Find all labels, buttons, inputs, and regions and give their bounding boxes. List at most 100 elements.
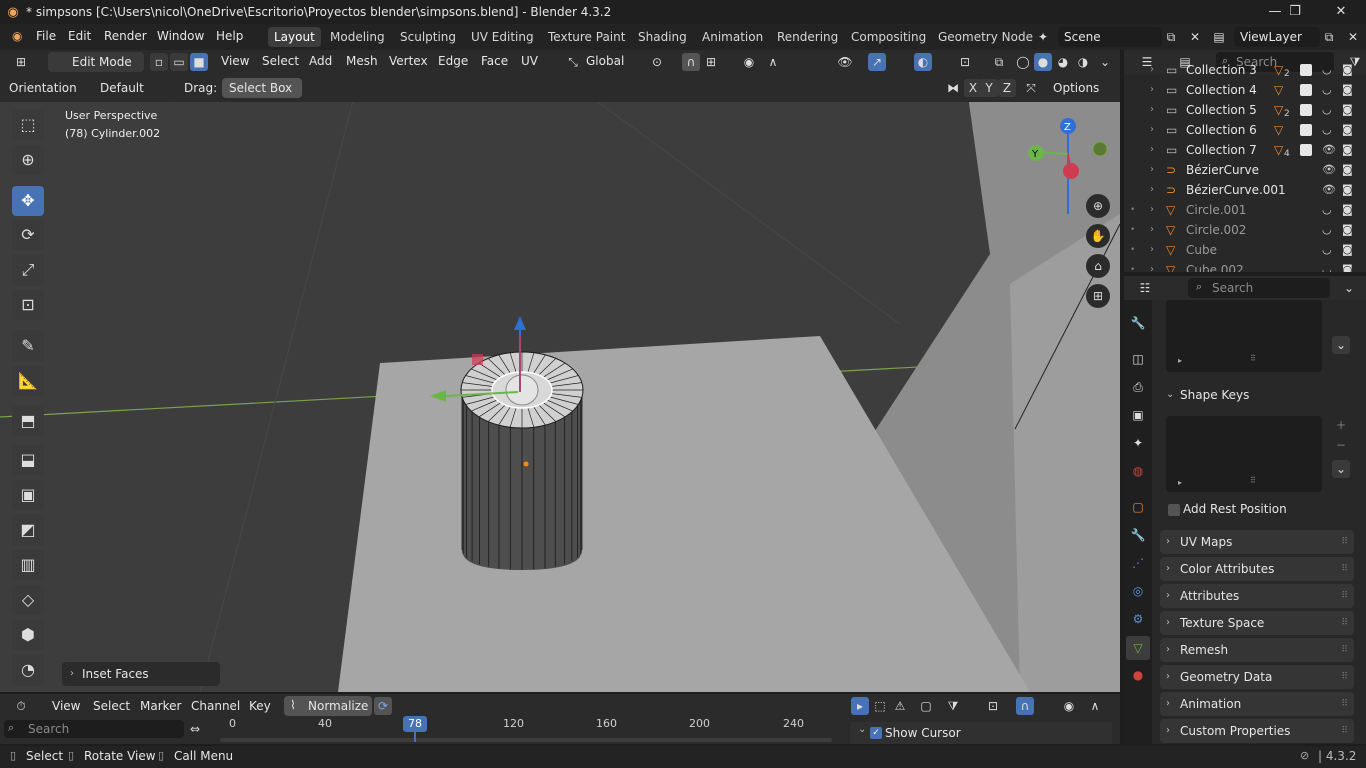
camera-view-icon[interactable]: ⌂ [1086, 254, 1110, 278]
expand-icon[interactable]: › [1150, 100, 1154, 120]
mode-dropdown[interactable]: Edit Mode [48, 52, 144, 72]
mirror-z-button[interactable]: Z [998, 79, 1016, 97]
menu-uv[interactable]: UV [521, 54, 538, 68]
drag-handle-icon[interactable]: ⠿ [1341, 692, 1348, 716]
menu-select[interactable]: Select [262, 54, 299, 68]
gizmo-toggle-icon[interactable]: ↗ [868, 53, 886, 71]
constraints-tab-icon[interactable]: ⚙ [1129, 610, 1147, 628]
scene-icon[interactable]: ✦ [1034, 28, 1052, 46]
drag-handle-icon[interactable]: ⠿ [1341, 719, 1348, 743]
tab-modeling[interactable]: Modeling [324, 27, 391, 47]
visibility-icon[interactable]: 👁 [836, 53, 854, 71]
scene-tab-icon[interactable]: ✦ [1129, 434, 1147, 452]
properties-panel-header[interactable]: › Custom Properties ⠿ [1160, 719, 1354, 743]
shape-key-menu-icon[interactable]: ⌄ [1332, 460, 1350, 478]
select-box-tool-icon[interactable]: ⬚ [12, 110, 44, 140]
outliner-row[interactable]: • › ▽ Circle.002 ◡ ◙ [1124, 220, 1366, 240]
add-cube-tool-icon[interactable]: ⬒ [12, 406, 44, 436]
visibility-eye-icon[interactable]: 👁 [1322, 180, 1336, 200]
outliner-row[interactable]: › ▭ Collection 5 ▽ 2 ◡ ◙ [1124, 100, 1366, 120]
render-camera-icon[interactable]: ◙ [1342, 220, 1353, 240]
data-tab-icon[interactable]: ▽ [1126, 636, 1150, 660]
show-cursor-checkbox[interactable]: ✓ [870, 727, 882, 739]
particles-tab-icon[interactable]: ⋰ [1129, 554, 1147, 572]
visibility-eye-icon[interactable]: ◡ [1322, 60, 1332, 80]
visibility-eye-icon[interactable]: ◡ [1322, 120, 1332, 140]
pivot-point-icon[interactable]: ⊙ [648, 53, 666, 71]
falloff-timeline-icon[interactable]: ∧ [1086, 697, 1104, 715]
properties-panel-header[interactable]: › UV Maps ⠿ [1160, 530, 1354, 554]
knife-tool-icon[interactable]: ◇ [12, 585, 44, 615]
face-select-icon[interactable]: ■ [190, 53, 208, 71]
delete-view-layer-icon[interactable]: ✕ [1344, 28, 1362, 46]
drag-handle-icon[interactable]: ⠿ [1341, 611, 1348, 635]
menu-edit[interactable]: Edit [68, 29, 91, 43]
render-camera-icon[interactable]: ◙ [1342, 260, 1353, 272]
add-shape-key-icon[interactable]: + [1332, 416, 1350, 434]
outliner-row[interactable]: • › ▽ Cube ◡ ◙ [1124, 240, 1366, 260]
outliner-row[interactable]: • › ▽ Circle.001 ◡ ◙ [1124, 200, 1366, 220]
refresh-icon[interactable]: ⟳ [374, 697, 392, 715]
output-tab-icon[interactable]: ⎙ [1129, 378, 1147, 396]
visibility-eye-icon[interactable]: ◡ [1322, 80, 1332, 100]
delete-scene-icon[interactable]: ✕ [1186, 28, 1204, 46]
visibility-eye-icon[interactable]: ◡ [1322, 200, 1332, 220]
outliner-row[interactable]: • › ▽ Cube.002 ◡ ◙ [1124, 260, 1366, 272]
exclude-checkbox[interactable] [1300, 104, 1312, 116]
properties-panel-header[interactable]: › Attributes ⠿ [1160, 584, 1354, 608]
visibility-eye-icon[interactable]: ◡ [1322, 240, 1332, 260]
exclude-checkbox[interactable] [1300, 144, 1312, 156]
move-tool-icon[interactable]: ✥ [12, 186, 44, 216]
timeline-menu-marker[interactable]: Marker [140, 699, 181, 713]
only-selected-icon[interactable]: ▸ [851, 697, 869, 715]
inset-tool-icon[interactable]: ▣ [12, 480, 44, 510]
render-camera-icon[interactable]: ◙ [1342, 240, 1353, 260]
shape-keys-list[interactable]: ▸ ⠿ [1166, 416, 1322, 492]
transform-orientation-icon[interactable]: ⤡ [564, 53, 582, 71]
editor-type-icon[interactable]: ⊞ [12, 53, 30, 71]
show-errors-icon[interactable]: ⚠ [891, 697, 909, 715]
rendered-shading-icon[interactable]: ◑ [1074, 53, 1092, 71]
expand-icon[interactable]: › [1150, 260, 1154, 272]
tab-uv-editing[interactable]: UV Editing [465, 27, 540, 47]
menu-window[interactable]: Window [157, 29, 204, 43]
overlay-toggle-icon[interactable]: ◐ [914, 53, 932, 71]
blender-menu-icon[interactable]: ◉ [12, 29, 22, 43]
scene-name-field[interactable]: Scene [1058, 27, 1162, 47]
orientation-dropdown[interactable]: Default [76, 78, 176, 98]
menu-vertex[interactable]: Vertex [389, 54, 428, 68]
close-button[interactable]: ✕ [1318, 0, 1364, 24]
properties-editor-icon[interactable]: ☷ [1136, 279, 1154, 297]
view-layer-field[interactable]: ViewLayer [1234, 27, 1320, 47]
view-layer-icon[interactable]: ▤ [1210, 28, 1228, 46]
timeline-menu-view[interactable]: View [52, 699, 80, 713]
timeline-scrollbar[interactable] [220, 738, 832, 742]
expand-icon[interactable]: › [1150, 60, 1154, 80]
list-expand-icon[interactable]: ▸ [1178, 356, 1182, 365]
tab-compositing[interactable]: Compositing [845, 27, 932, 47]
menu-add[interactable]: Add [309, 54, 332, 68]
wireframe-shading-icon[interactable]: ◯ [1014, 53, 1032, 71]
menu-edge[interactable]: Edge [438, 54, 468, 68]
menu-view[interactable]: View [221, 54, 249, 68]
normalize-toggle[interactable]: Normalize [284, 696, 372, 716]
material-shading-icon[interactable]: ◕ [1054, 53, 1072, 71]
drag-handle-icon[interactable]: ⠿ [1341, 665, 1348, 689]
expand-icon[interactable]: › [1150, 160, 1154, 180]
perspective-toggle-icon[interactable]: ⊞ [1086, 284, 1110, 308]
properties-panel-header[interactable]: › Remesh ⠿ [1160, 638, 1354, 662]
mirror-icon[interactable]: ⧓ [944, 79, 962, 97]
tab-sculpting[interactable]: Sculpting [394, 27, 462, 47]
drag-handle-icon[interactable]: ⠿ [1341, 638, 1348, 662]
measure-tool-icon[interactable]: 📐 [12, 366, 44, 396]
swap-icon[interactable]: ⇔ [186, 720, 204, 738]
visibility-eye-icon[interactable]: ◡ [1322, 260, 1332, 272]
show-hidden-icon[interactable]: ⬚ [871, 697, 889, 715]
menu-file[interactable]: File [36, 29, 56, 43]
list-resize-handle[interactable]: ⠿ [1250, 476, 1256, 485]
expand-icon[interactable]: › [1150, 200, 1154, 220]
loop-cut-tool-icon[interactable]: ▥ [12, 550, 44, 580]
viewport-scene[interactable]: Z Y [0, 74, 1120, 692]
drag-dropdown[interactable]: Select Box [222, 78, 302, 98]
timeline-search-input[interactable]: Search [4, 720, 184, 738]
